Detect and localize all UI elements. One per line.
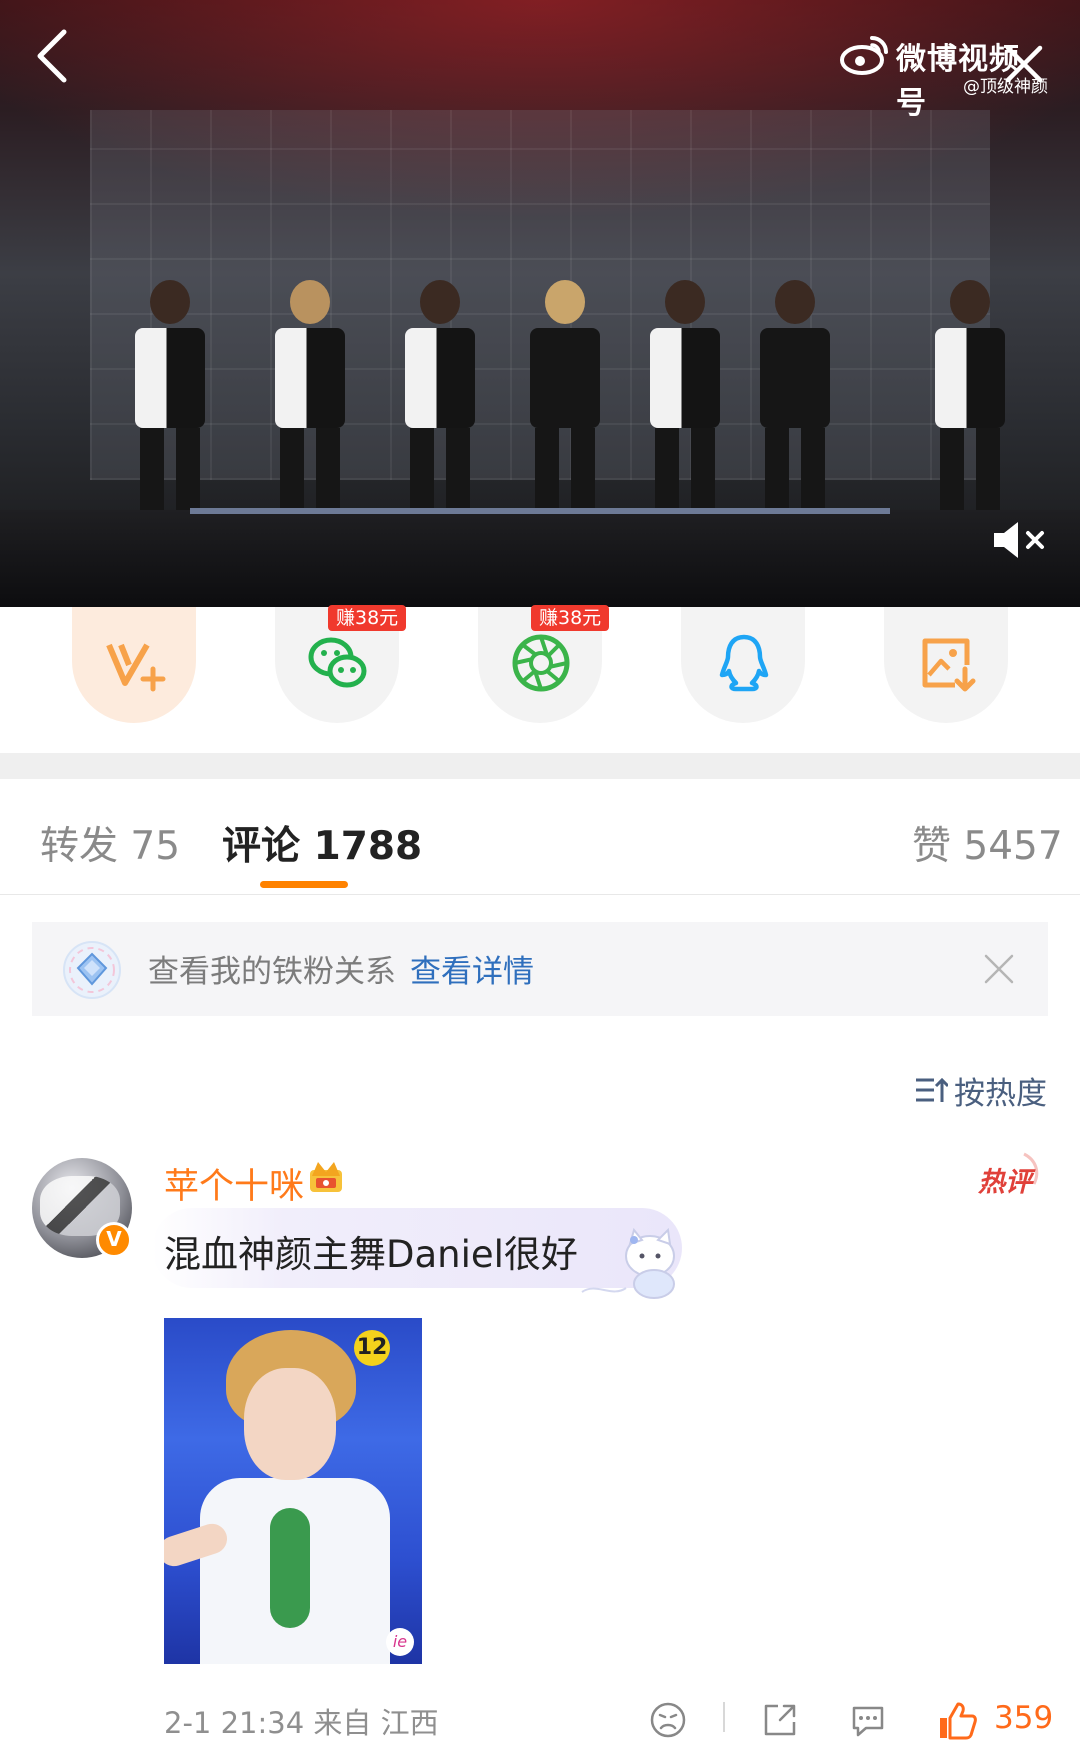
comment-location: 来自 江西	[313, 1706, 439, 1740]
kitten-sticker-icon	[581, 1227, 675, 1299]
stage-floor	[0, 510, 1080, 607]
emoji-reaction-button[interactable]	[648, 1700, 692, 1744]
like-count[interactable]: 359	[994, 1700, 1053, 1736]
v-plus-button[interactable]	[72, 607, 196, 723]
sort-icon	[916, 1077, 948, 1102]
sort-label: 按热度	[954, 1076, 1047, 1112]
comment-bubble-icon	[852, 1706, 884, 1737]
qq-share-button[interactable]	[681, 607, 805, 723]
earn-badge: 赚38元	[328, 605, 407, 631]
view-details-link[interactable]: 查看详情	[410, 946, 534, 991]
hot-comment-label: 热评	[978, 1167, 1032, 1198]
comment-image[interactable]: 12 ie	[164, 1318, 422, 1664]
v-plus-icon	[106, 643, 166, 692]
back-arrow-icon[interactable]	[30, 26, 78, 86]
save-image-icon	[922, 638, 976, 692]
interaction-tabs: 转发 75 评论 1788 赞 5457	[0, 779, 1080, 895]
like-button[interactable]	[936, 1700, 980, 1744]
moments-aperture-icon	[512, 634, 570, 692]
comment-meta: 2-1 21:34 来自 江西	[164, 1700, 439, 1742]
active-tab-indicator	[260, 881, 348, 888]
tab-repost[interactable]: 转发 75	[40, 815, 180, 871]
video-player[interactable]: 微博视频号 @顶级神颜	[0, 0, 1080, 607]
fan-banner-text: 查看我的铁粉关系	[148, 954, 396, 990]
fan-relationship-banner: 查看我的铁粉关系 查看详情	[32, 922, 1048, 1016]
comment-text: 混血神颜主舞Daniel很好	[164, 1233, 578, 1276]
stage-edge	[190, 508, 890, 514]
verified-badge: V	[96, 1222, 132, 1258]
tab-comments[interactable]: 评论 1788	[222, 815, 422, 871]
diamond-badge-icon	[63, 941, 121, 999]
tab-likes[interactable]: 赞 5457	[912, 815, 1063, 871]
mute-icon[interactable]	[990, 518, 1050, 562]
sort-by-heat-button[interactable]: 按热度	[914, 1066, 1050, 1112]
share-out-icon	[764, 1704, 796, 1736]
crown-icon	[310, 1162, 342, 1192]
weibo-logo-icon	[840, 36, 888, 75]
section-divider	[0, 753, 1080, 779]
dancer	[135, 280, 205, 548]
image-watermark: ie	[386, 1628, 414, 1656]
wechat-icon	[308, 637, 367, 688]
close-icon[interactable]	[982, 952, 1016, 986]
image-number-tag: 12	[354, 1330, 390, 1366]
close-icon[interactable]	[1000, 40, 1048, 88]
comment-username[interactable]: 苹个十咪	[164, 1158, 304, 1209]
dancer	[935, 280, 1005, 548]
thumbs-up-icon	[940, 1702, 977, 1740]
share-row: 赚38元 赚38元	[0, 605, 1080, 753]
action-divider	[723, 1702, 725, 1732]
save-image-button[interactable]	[884, 607, 1008, 723]
earn-badge: 赚38元	[531, 605, 610, 631]
reply-button[interactable]	[848, 1700, 892, 1744]
share-comment-button[interactable]	[760, 1700, 804, 1744]
qq-penguin-icon	[719, 634, 769, 692]
comment-time: 2-1 21:34	[164, 1706, 305, 1740]
frown-face-icon	[650, 1702, 686, 1738]
hot-comment-badge: 热评	[974, 1150, 1046, 1200]
